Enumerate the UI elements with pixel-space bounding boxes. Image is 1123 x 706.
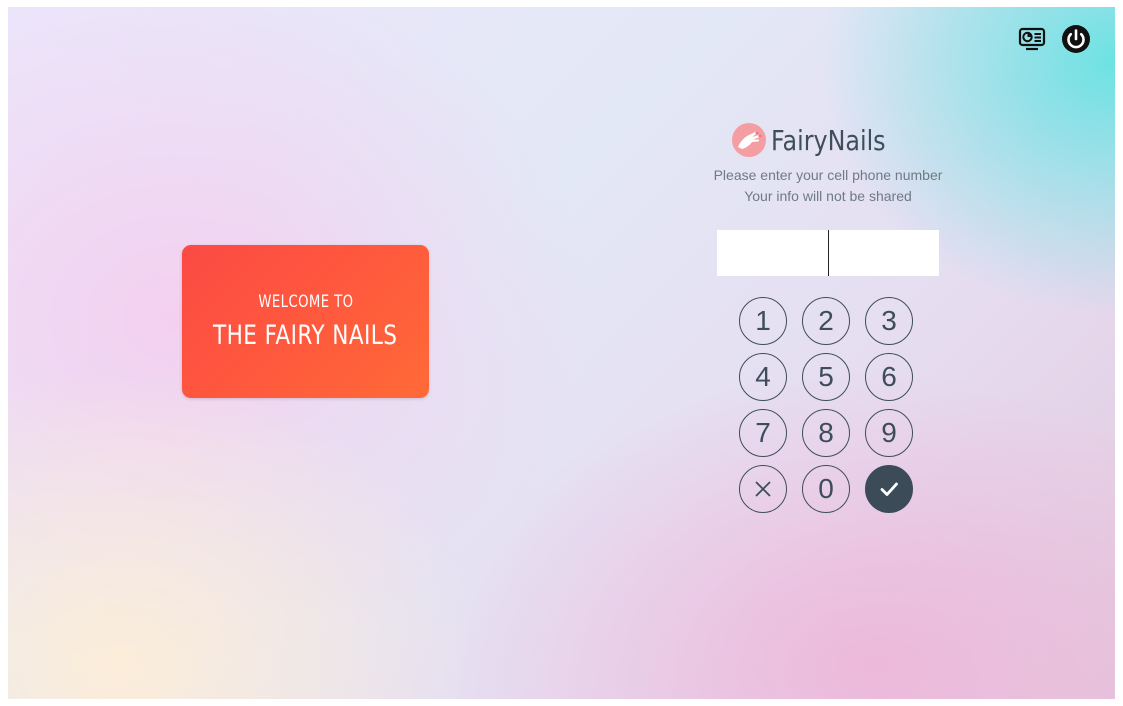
key-0[interactable]: 0 xyxy=(802,465,850,513)
welcome-card: WELCOME TO THE FAIRY NAILS xyxy=(182,245,429,398)
key-7[interactable]: 7 xyxy=(739,409,787,457)
checkmark-icon xyxy=(880,482,898,496)
key-5[interactable]: 5 xyxy=(802,353,850,401)
power-icon[interactable] xyxy=(1060,23,1092,55)
key-1[interactable]: 1 xyxy=(739,297,787,345)
clear-button[interactable] xyxy=(739,465,787,513)
display-settings-icon[interactable] xyxy=(1016,23,1048,55)
text-caret xyxy=(828,230,829,276)
instruction-line2: Your info will not be shared xyxy=(744,188,912,204)
key-8[interactable]: 8 xyxy=(802,409,850,457)
key-9[interactable]: 9 xyxy=(865,409,913,457)
clear-icon xyxy=(755,481,771,497)
key-4[interactable]: 4 xyxy=(739,353,787,401)
key-3[interactable]: 3 xyxy=(865,297,913,345)
top-toolbar xyxy=(1016,23,1092,55)
brand-name: FairyNails xyxy=(771,123,886,157)
instruction-line1: Please enter your cell phone number xyxy=(713,167,943,183)
hand-nail-logo-icon xyxy=(732,123,766,157)
keypad: 1 2 3 4 5 6 7 8 9 0 xyxy=(739,297,919,522)
confirm-button[interactable] xyxy=(865,465,913,513)
brand: FairyNails xyxy=(729,120,906,160)
key-6[interactable]: 6 xyxy=(865,353,913,401)
welcome-line2: THE FAIRY NAILS xyxy=(213,320,398,351)
welcome-line1: WELCOME TO xyxy=(257,292,354,312)
key-2[interactable]: 2 xyxy=(802,297,850,345)
checkin-screen: WELCOME TO THE FAIRY NAILS FairyNails Pl… xyxy=(8,7,1115,699)
